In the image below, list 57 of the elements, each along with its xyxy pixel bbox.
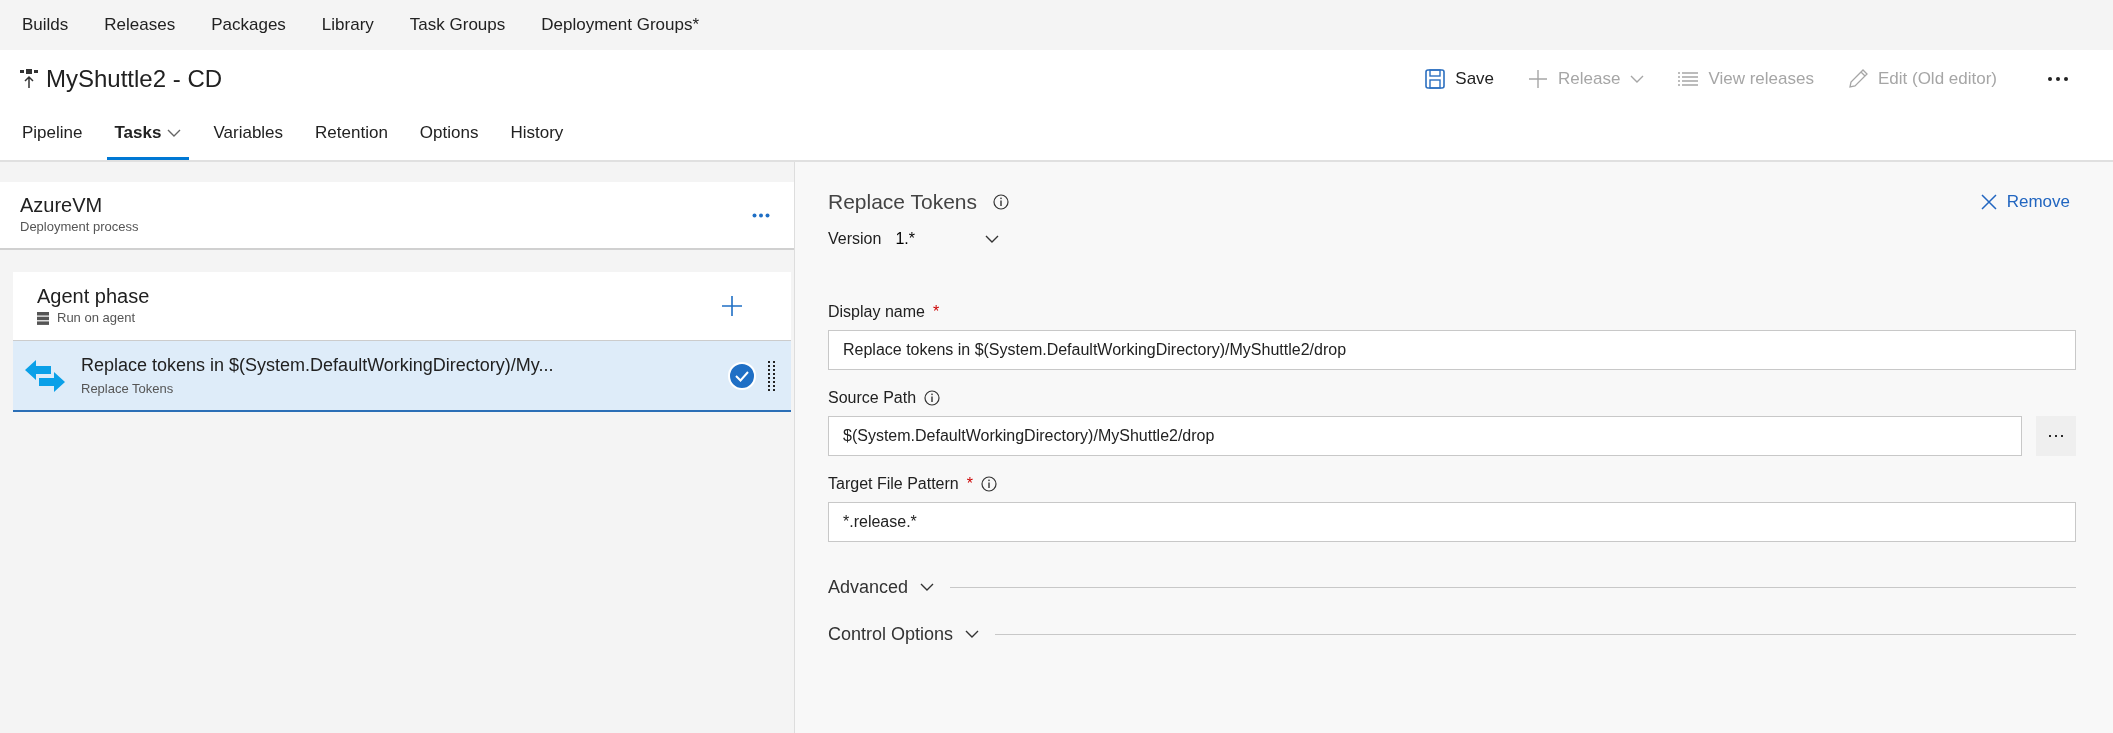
plus-icon <box>721 295 743 317</box>
stage-subtitle: Deployment process <box>20 218 139 237</box>
save-button[interactable]: Save <box>1415 62 1505 96</box>
required-mark: * <box>966 473 973 494</box>
field-label: Display name <box>828 301 925 322</box>
server-icon <box>37 311 49 325</box>
pencil-icon <box>1847 69 1868 89</box>
task-title: Replace tokens in $(System.DefaultWorkingDirectory)/My... <box>81 354 555 378</box>
caret-icon <box>1630 75 1645 83</box>
phase-subtitle: Run on agent <box>57 309 136 328</box>
caret-icon <box>965 630 980 638</box>
pipeline-icon <box>20 69 38 89</box>
remove-button[interactable]: Remove <box>1974 188 2076 216</box>
text-field[interactable]: *.release.* <box>828 501 2076 542</box>
tab[interactable]: Variables <box>205 108 292 160</box>
info-icon <box>980 475 997 492</box>
version-label: Version <box>828 228 882 249</box>
list-icon <box>1678 71 1699 87</box>
save-icon <box>1425 69 1446 89</box>
field-label: Source Path <box>828 387 917 408</box>
phase-name: Agent phase <box>37 284 150 309</box>
pipeline-title: MyShuttle2 - CD <box>46 64 223 94</box>
path-field[interactable]: $(System.DefaultWorkingDirectory)/MyShuttle2/drop <box>828 415 2022 456</box>
version-dropdown[interactable]: 1.* <box>889 225 1005 252</box>
nav-link-item[interactable]: Builds <box>10 12 81 38</box>
stage-name: AzureVM <box>20 193 104 218</box>
caret-icon <box>167 128 182 137</box>
caret-icon <box>984 234 999 243</box>
more-icon <box>2047 76 2069 82</box>
text-field[interactable]: Replace tokens in $(System.DefaultWorkingDirectory)/MyShuttle2/drop <box>828 329 2076 370</box>
nav-link-item[interactable]: Releases <box>92 12 188 38</box>
nav-link-item[interactable]: Task Groups <box>397 12 518 38</box>
more-icon <box>752 212 770 218</box>
arrows-icon <box>25 358 65 393</box>
section-toggle[interactable]: Control Options <box>828 620 980 648</box>
tab[interactable]: Options <box>411 108 487 160</box>
nav-link-item[interactable]: Library <box>309 12 386 38</box>
caret-icon <box>920 583 935 591</box>
nav-link-item[interactable]: Deployment Groups* <box>529 12 712 38</box>
task-subtitle: Replace Tokens <box>81 380 175 399</box>
stage-card[interactable]: AzureVM Deployment process <box>0 182 794 250</box>
drag-handle-icon <box>768 360 775 391</box>
info-icon <box>924 389 941 406</box>
required-mark: * <box>932 301 940 322</box>
section-toggle[interactable]: Advanced <box>828 573 935 601</box>
phase-card[interactable]: Agent phase Run on agent <box>13 272 791 340</box>
tab[interactable]: Retention <box>307 108 396 160</box>
task-row[interactable]: Replace tokens in $(System.DefaultWorkingDirectory)/My... Replace Tokens <box>13 340 791 412</box>
browse-button[interactable]: ··· <box>2036 415 2076 456</box>
tab[interactable]: History <box>502 108 572 160</box>
nav-link-item[interactable]: Packages <box>199 12 298 38</box>
task-detail-title: Replace Tokens <box>828 189 978 215</box>
info-icon <box>993 193 1010 210</box>
plus-icon <box>1528 69 1549 89</box>
close-icon <box>1980 193 1997 210</box>
tab[interactable]: Pipeline <box>14 108 91 160</box>
field-label: Target File Pattern <box>828 473 959 494</box>
